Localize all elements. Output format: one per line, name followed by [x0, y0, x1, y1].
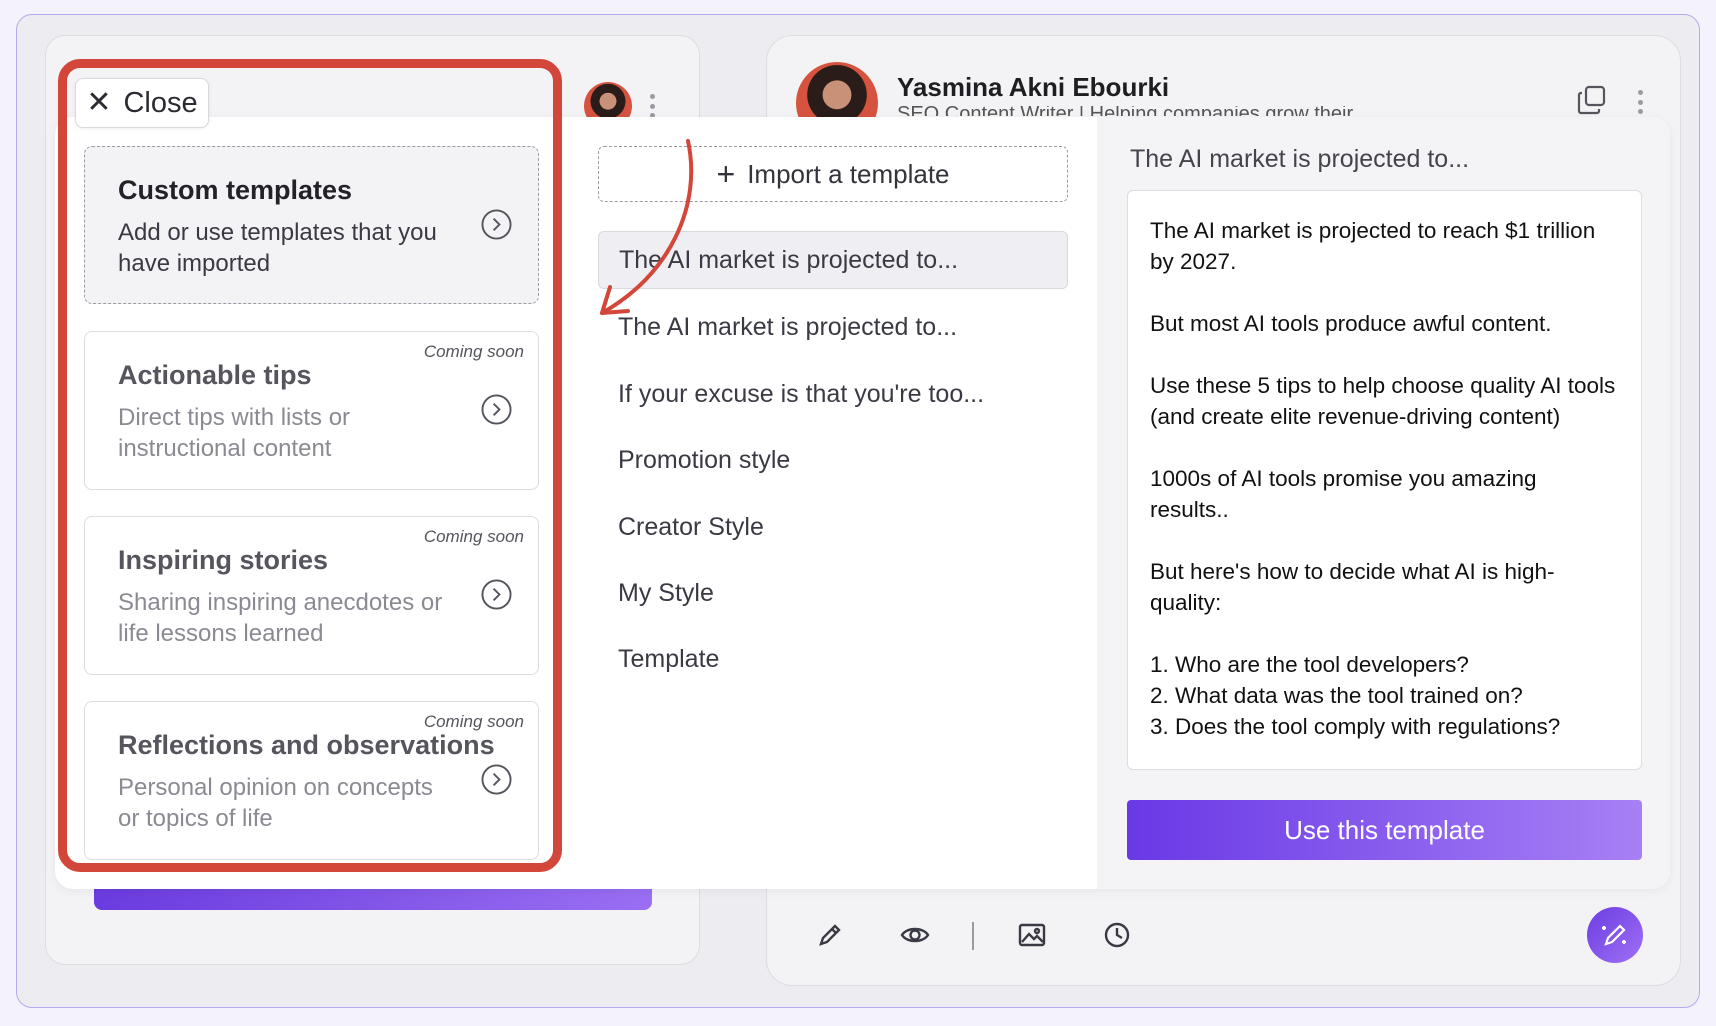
preview-paragraph: But here's how to decide what AI is high…: [1150, 559, 1555, 615]
copy-icon[interactable]: [1576, 84, 1608, 116]
category-card-custom-templates[interactable]: Custom templates Add or use templates th…: [84, 146, 539, 304]
chevron-right-icon[interactable]: [481, 579, 512, 610]
preview-title: The AI market is projected to...: [1130, 145, 1470, 173]
category-card-reflections[interactable]: Coming soon Reflections and observations…: [84, 701, 539, 860]
template-item[interactable]: Template: [598, 630, 1068, 688]
chevron-right-icon[interactable]: [481, 209, 512, 240]
more-options-icon-right[interactable]: [1637, 90, 1643, 114]
use-template-button[interactable]: Use this template: [1127, 800, 1642, 860]
category-title: Inspiring stories: [118, 545, 329, 575]
preview-paragraph: Use these 5 tips to help choose quality …: [1150, 373, 1616, 429]
close-icon: ✕: [86, 86, 112, 119]
chevron-right-icon[interactable]: [481, 764, 512, 795]
preview-list-item: 3. Does the tool comply with regulations…: [1150, 714, 1561, 739]
category-card-inspiring-stories[interactable]: Coming soon Inspiring stories Sharing in…: [84, 516, 539, 675]
template-preview-text: The AI market is projected to reach $1 t…: [1127, 190, 1642, 770]
import-template-button[interactable]: + Import a template: [598, 146, 1068, 202]
ai-magic-wand-button[interactable]: [1587, 907, 1643, 963]
preview-eye-icon[interactable]: [895, 915, 935, 955]
coming-soon-badge: Coming soon: [423, 527, 524, 546]
category-desc: Personal opinion on concepts or topics o…: [118, 774, 433, 832]
close-label: Close: [123, 86, 198, 119]
profile-subtitle: SEO Content Writer | Helping companies g…: [897, 106, 1357, 116]
category-desc: Sharing inspiring anecdotes or life less…: [118, 589, 443, 647]
template-item-selected[interactable]: The AI market is projected to...: [598, 231, 1068, 289]
coming-soon-badge: Coming soon: [423, 712, 524, 731]
template-item[interactable]: Promotion style: [598, 431, 1068, 489]
category-title: Reflections and observations: [118, 730, 495, 760]
preview-list-item: 1. Who are the tool developers?: [1150, 652, 1469, 677]
template-item[interactable]: The AI market is projected to...: [598, 298, 1068, 356]
chevron-right-icon[interactable]: [481, 394, 512, 425]
image-icon[interactable]: [1012, 915, 1052, 955]
coming-soon-badge: Coming soon: [423, 342, 524, 361]
category-desc: Direct tips with lists or instructional …: [118, 404, 351, 462]
toolbar-divider: [972, 922, 974, 950]
profile-name: Yasmina Akni Ebourki: [897, 72, 1170, 102]
category-title: Actionable tips: [118, 360, 312, 390]
category-title: Custom templates: [118, 175, 353, 205]
template-item[interactable]: My Style: [598, 564, 1068, 622]
import-label: Import a template: [747, 158, 950, 189]
template-item[interactable]: Creator Style: [598, 498, 1068, 556]
schedule-clock-icon[interactable]: [1097, 915, 1137, 955]
category-card-actionable-tips[interactable]: Coming soon Actionable tips Direct tips …: [84, 331, 539, 490]
preview-list-item: 2. What data was the tool trained on?: [1150, 683, 1523, 708]
template-item[interactable]: If your excuse is that you're too...: [598, 365, 1068, 423]
preview-paragraph: But most AI tools produce awful content.: [1150, 311, 1552, 336]
category-desc: Add or use templates that you have impor…: [118, 219, 437, 277]
preview-paragraph: 1000s of AI tools promise you amazing re…: [1150, 466, 1537, 522]
close-button[interactable]: ✕ Close: [75, 78, 209, 128]
edit-pencil-icon[interactable]: [810, 915, 850, 955]
preview-paragraph: The AI market is projected to reach $1 t…: [1150, 218, 1596, 274]
plus-icon: +: [716, 155, 736, 192]
more-options-icon[interactable]: [649, 94, 655, 118]
